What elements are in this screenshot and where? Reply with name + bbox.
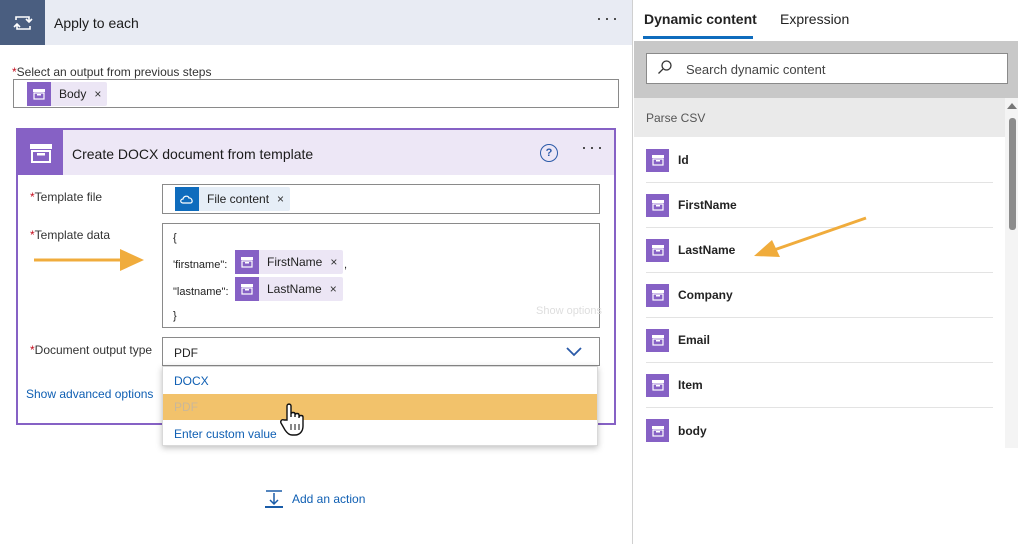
- template-file-label: *Template file: [30, 190, 103, 204]
- create-docx-header[interactable]: Create DOCX document from template ? ···: [18, 130, 614, 175]
- remove-token-icon[interactable]: ×: [330, 255, 337, 269]
- apply-more-options-icon[interactable]: ···: [596, 9, 620, 27]
- active-tab-indicator: [643, 36, 753, 39]
- search-placeholder: Search dynamic content: [686, 62, 826, 77]
- archive-box-icon: [646, 419, 669, 442]
- archive-box-icon: [646, 328, 669, 352]
- archive-box-icon: [646, 373, 669, 397]
- firstname-token[interactable]: FirstName ×: [235, 250, 344, 274]
- card-more-options-icon[interactable]: ···: [581, 138, 605, 156]
- archive-box-icon: [646, 238, 669, 262]
- doc-output-select[interactable]: PDF: [162, 337, 600, 366]
- dynamic-item-label: Item: [678, 378, 703, 392]
- show-options-ghost: Show options: [536, 305, 603, 317]
- remove-token-icon[interactable]: ×: [330, 282, 337, 296]
- archive-box-icon: [646, 283, 669, 307]
- option-docx[interactable]: DOCX: [163, 368, 597, 394]
- doc-output-dropdown: DOCX PDF Enter custom value: [162, 366, 598, 446]
- scrollbar-thumb[interactable]: [1009, 118, 1016, 230]
- dynamic-item-item[interactable]: Item: [646, 363, 993, 408]
- body-token[interactable]: Body ×: [27, 82, 108, 106]
- search-icon: [658, 60, 672, 74]
- json-close-brace: }: [173, 310, 177, 322]
- archive-box-icon: [18, 130, 63, 175]
- firstname-key: 'firstname":: [173, 259, 228, 271]
- archive-box-icon: [27, 82, 51, 106]
- dynamic-item-label: Id: [678, 153, 689, 167]
- show-advanced-options-link[interactable]: Show advanced options: [26, 387, 153, 401]
- dynamic-item-id[interactable]: Id: [646, 138, 993, 183]
- remove-token-icon[interactable]: ×: [277, 192, 284, 206]
- dynamic-item-label: FirstName: [678, 198, 737, 212]
- doc-output-value: PDF: [174, 346, 198, 360]
- json-open-brace: {: [173, 232, 177, 244]
- dynamic-item-label: LastName: [678, 243, 736, 257]
- template-data-label: *Template data: [30, 228, 111, 242]
- archive-box-icon: [235, 277, 259, 301]
- loop-icon: [0, 0, 45, 45]
- apply-to-each-title: Apply to each: [54, 15, 139, 31]
- dynamic-item-label: body: [678, 423, 707, 438]
- tab-expression[interactable]: Expression: [780, 11, 849, 27]
- group-label: Parse CSV: [646, 111, 706, 125]
- insert-step-icon: [265, 490, 283, 508]
- dynamic-item-body[interactable]: body: [646, 408, 993, 453]
- add-an-action-label: Add an action: [292, 492, 366, 506]
- add-an-action-button[interactable]: Add an action: [264, 489, 365, 509]
- firstname-trail: ,: [344, 259, 348, 271]
- remove-token-icon[interactable]: ×: [94, 87, 101, 101]
- file-content-token[interactable]: File content ×: [175, 187, 291, 211]
- create-docx-title: Create DOCX document from template: [72, 146, 314, 162]
- dynamic-item-company[interactable]: Company: [646, 273, 993, 318]
- doc-output-label: *Document output type: [30, 343, 153, 357]
- tab-dynamic-content[interactable]: Dynamic content: [644, 11, 757, 27]
- option-custom-value[interactable]: Enter custom value: [163, 421, 597, 447]
- dynamic-item-label: Company: [678, 288, 733, 302]
- archive-box-icon: [235, 250, 259, 274]
- firstname-token-label: FirstName: [267, 255, 323, 269]
- file-content-token-label: File content: [207, 192, 270, 206]
- select-output-label: *Select an output from previous steps: [12, 65, 212, 79]
- apply-to-each-header[interactable]: Apply to each ···: [0, 0, 632, 45]
- scroll-up-icon[interactable]: [1007, 103, 1017, 109]
- chevron-down-icon[interactable]: [565, 345, 583, 360]
- hand-cursor-icon: [280, 403, 304, 436]
- annotation-arrow-right: [34, 249, 144, 271]
- help-icon[interactable]: ?: [540, 144, 558, 162]
- annotation-arrow-left: [754, 216, 867, 257]
- lastname-key: "lastname":: [173, 286, 229, 298]
- archive-box-icon: [646, 193, 669, 217]
- archive-box-icon: [646, 148, 669, 172]
- dynamic-item-email[interactable]: Email: [646, 318, 993, 363]
- lastname-token[interactable]: LastName ×: [235, 277, 343, 301]
- option-pdf[interactable]: PDF: [163, 394, 597, 420]
- body-token-label: Body: [59, 87, 87, 101]
- cloud-icon: [175, 187, 199, 211]
- lastname-token-label: LastName: [267, 282, 322, 296]
- dynamic-item-label: Email: [678, 333, 711, 347]
